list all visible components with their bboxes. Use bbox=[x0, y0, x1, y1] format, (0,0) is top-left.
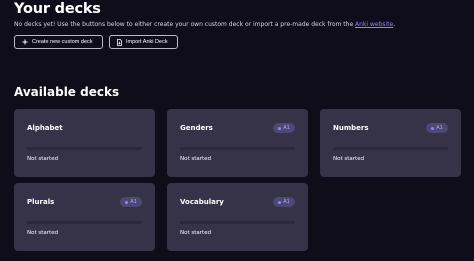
deck-name: Genders bbox=[180, 124, 213, 132]
deck-progress-bar bbox=[27, 221, 142, 224]
deck-card-vocabulary[interactable]: Vocabulary A1 Not started bbox=[167, 183, 308, 251]
level-dot-icon bbox=[278, 200, 282, 204]
deck-card-genders[interactable]: Genders A1 Not started bbox=[167, 109, 308, 177]
plus-icon bbox=[22, 39, 28, 45]
level-label: A1 bbox=[283, 125, 290, 131]
page-title: Your decks bbox=[14, 1, 101, 17]
level-badge: A1 bbox=[273, 123, 295, 133]
intro-text: No decks yet! Use the buttons below to e… bbox=[14, 21, 395, 29]
level-badge: A1 bbox=[273, 197, 295, 207]
deck-name: Numbers bbox=[333, 124, 369, 132]
deck-name: Alphabet bbox=[27, 124, 63, 132]
import-deck-label: Import Anki Deck bbox=[126, 39, 168, 45]
level-label: A1 bbox=[283, 199, 290, 205]
level-dot-icon bbox=[278, 126, 282, 130]
level-dot-icon bbox=[125, 200, 129, 204]
deck-progress-bar bbox=[27, 147, 142, 150]
deck-name: Plurals bbox=[27, 198, 55, 206]
file-import-icon bbox=[117, 38, 122, 46]
deck-status: Not started bbox=[27, 156, 59, 162]
deck-status: Not started bbox=[333, 156, 365, 162]
anki-website-link[interactable]: Anki website bbox=[355, 21, 393, 28]
level-badge: A1 bbox=[426, 123, 448, 133]
deck-status: Not started bbox=[180, 156, 212, 162]
deck-progress-bar bbox=[180, 147, 295, 150]
deck-name: Vocabulary bbox=[180, 198, 224, 206]
create-deck-button[interactable]: Create new custom deck bbox=[14, 35, 103, 49]
intro-end: . bbox=[393, 21, 396, 28]
deck-status: Not started bbox=[180, 230, 212, 236]
deck-progress-bar bbox=[333, 147, 448, 150]
deck-progress-bar bbox=[180, 221, 295, 224]
deck-card-alphabet[interactable]: Alphabet Not started bbox=[14, 109, 155, 177]
create-deck-label: Create new custom deck bbox=[32, 39, 93, 45]
import-deck-button[interactable]: Import Anki Deck bbox=[109, 35, 178, 49]
level-dot-icon bbox=[431, 126, 435, 130]
level-label: A1 bbox=[436, 125, 443, 131]
intro-message: No decks yet! Use the buttons below to e… bbox=[14, 21, 356, 28]
deck-status: Not started bbox=[27, 230, 59, 236]
deck-card-plurals[interactable]: Plurals A1 Not started bbox=[14, 183, 155, 251]
level-label: A1 bbox=[130, 199, 137, 205]
level-badge: A1 bbox=[120, 197, 142, 207]
available-decks-title: Available decks bbox=[14, 85, 120, 99]
deck-card-numbers[interactable]: Numbers A1 Not started bbox=[320, 109, 461, 177]
